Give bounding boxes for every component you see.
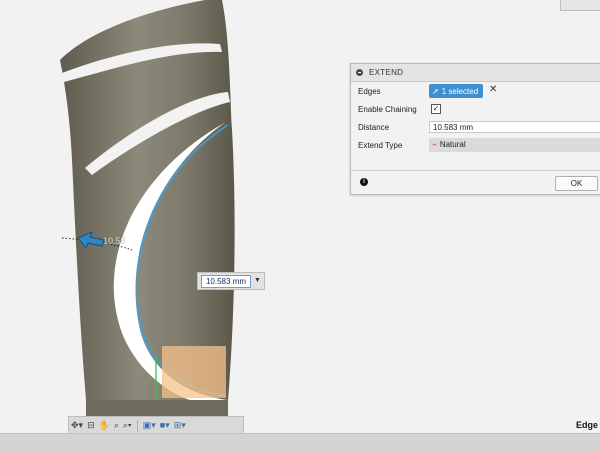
visual-style-icon[interactable]: ■▾ [160, 420, 170, 431]
extend-dialog: EXTEND Edges ➚ 1 selected ✕ Enable Chain… [350, 63, 600, 195]
info-icon[interactable]: i [360, 178, 368, 186]
close-icon[interactable]: ✕ [489, 84, 497, 95]
distance-label: Distance [358, 123, 390, 132]
zoom-icon[interactable]: ⌕ [114, 420, 119, 431]
ok-button[interactable]: OK [555, 176, 598, 191]
dialog-title: EXTEND [369, 68, 404, 77]
dialog-header[interactable]: EXTEND [351, 64, 600, 82]
toolbar-divider [136, 419, 138, 432]
distance-row: Distance 10.583 mm [351, 118, 600, 136]
extend-type-row: Extend Type ⌁ Natural [351, 136, 600, 154]
grid-icon[interactable]: ⊞▾ [174, 420, 186, 431]
chaining-label: Enable Chaining [358, 105, 417, 114]
cursor-icon: ➚ [432, 86, 439, 96]
dimension-input-box[interactable]: 10.583 mm ▼ [197, 272, 265, 290]
chaining-row: Enable Chaining ✓ [351, 100, 600, 118]
zoom-window-icon[interactable]: ⌕▾ [123, 420, 132, 431]
distance-field[interactable]: 10.583 mm [429, 121, 600, 133]
dimension-input[interactable]: 10.583 mm [201, 275, 251, 288]
preview-plane [162, 346, 226, 398]
checkbox-icon[interactable]: ✓ [431, 104, 441, 114]
dialog-footer: i OK [351, 170, 600, 195]
look-at-icon[interactable]: ⊟ [87, 420, 95, 431]
chevron-down-icon[interactable]: ▼ [254, 277, 261, 284]
orbit-icon[interactable]: ✥▾ [71, 420, 83, 431]
view-cube-corner[interactable] [560, 0, 600, 11]
navigation-toolbar: ✥▾ ⊟ ✋ ⌕ ⌕▾ ▣▾ ■▾ ⊞▾ [68, 416, 244, 434]
status-bar [0, 433, 600, 451]
extend-type-value: Natural [439, 140, 466, 149]
dimension-ghost-text: 10.58 [103, 236, 126, 246]
edges-selection-count: 1 selected [441, 86, 479, 96]
edges-selection-button[interactable]: ➚ 1 selected [429, 84, 483, 98]
extend-type-select[interactable]: ⌁ Natural [429, 138, 600, 152]
extend-type-icon: ⌁ [432, 140, 437, 149]
collapse-icon[interactable] [356, 69, 363, 76]
display-icon[interactable]: ▣▾ [143, 420, 156, 431]
selection-filter-label: Edge [576, 420, 599, 430]
edges-row: Edges ➚ 1 selected ✕ [351, 82, 600, 100]
extend-type-label: Extend Type [358, 141, 403, 150]
edges-label: Edges [358, 87, 381, 96]
pan-icon[interactable]: ✋ [99, 420, 110, 431]
